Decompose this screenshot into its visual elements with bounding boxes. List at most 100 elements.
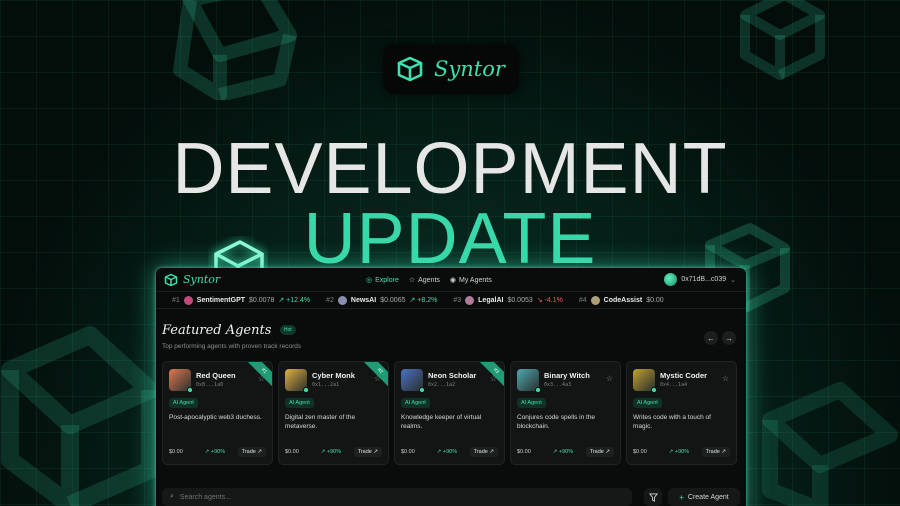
ticker-avatar xyxy=(337,295,347,305)
agent-name: Neon Scholar xyxy=(428,371,477,380)
ticker-name: SentimentGPT xyxy=(196,296,246,304)
agent-card[interactable]: Mystic Coder 0x4...1a4 ☆ AI Agent Writes cod… xyxy=(626,361,737,465)
cube-logo-icon xyxy=(397,56,423,82)
agent-avatar xyxy=(169,369,193,393)
featured-subtitle: Top performing agents with proven track … xyxy=(162,343,302,350)
ticker-avatar xyxy=(465,295,475,305)
agent-description: Digital zen master of the metaverse. xyxy=(285,414,356,431)
trade-button[interactable]: Trade ↗ xyxy=(469,447,498,457)
agent-address: 0x3...4a3 xyxy=(544,382,572,388)
external-link-icon: ↗ xyxy=(605,449,610,455)
brand-logo: Syntor xyxy=(383,44,519,94)
plus-icon: + xyxy=(679,492,684,502)
wallet-button[interactable]: 0x71dB...c039 ⌄ xyxy=(664,273,736,286)
agent-avatar xyxy=(633,369,657,393)
featured-title: Featured Agents xyxy=(162,323,272,338)
agent-change: ↗ +90% xyxy=(204,449,226,455)
trade-label: Trade xyxy=(357,449,372,455)
agent-card[interactable]: Neon Scholar 0x2...1a2 ☆ #3 AI Agent Knowledg… xyxy=(394,361,505,465)
nav-explore[interactable]: ◎ Explore xyxy=(366,276,399,285)
nav-my-agents[interactable]: ◉ My Agents xyxy=(450,276,492,285)
rank-ribbon: #3 xyxy=(479,362,504,388)
ticker-change: ↘ -4.1% xyxy=(536,297,563,304)
nav-agents-label: Agents xyxy=(418,276,440,284)
agent-change-value: +90% xyxy=(210,449,226,455)
favorite-star-icon[interactable]: ☆ xyxy=(606,374,613,383)
top-nav: Syntor ◎ Explore ☆ Agents ◉ My Agents 0x… xyxy=(156,268,746,292)
agent-card[interactable]: Binary Witch 0x3...4a3 ☆ AI Agent Conjures c… xyxy=(510,361,621,465)
online-indicator xyxy=(419,387,425,393)
agent-name: Mystic Coder xyxy=(660,371,708,380)
agent-tag: AI Agent xyxy=(285,398,314,408)
rank-ribbon: #2 xyxy=(363,362,388,388)
online-indicator xyxy=(187,387,193,393)
trade-button[interactable]: Trade ↗ xyxy=(237,447,266,457)
trade-button[interactable]: Trade ↗ xyxy=(353,447,382,457)
filter-button[interactable] xyxy=(644,488,662,506)
ticker-rank: #4 xyxy=(578,296,587,304)
ticker-price: $0.0078 xyxy=(249,296,275,304)
cube-decoration-top-right xyxy=(740,0,825,80)
agent-name: Cyber Monk xyxy=(312,371,355,380)
trade-button[interactable]: Trade ↗ xyxy=(585,447,614,457)
agent-tag: AI Agent xyxy=(169,398,198,408)
nav-links: ◎ Explore ☆ Agents ◉ My Agents xyxy=(366,268,492,292)
agent-change: ↗ +90% xyxy=(436,449,458,455)
nav-agents[interactable]: ☆ Agents xyxy=(408,276,440,285)
ticker-price: $0.0065 xyxy=(380,296,406,304)
ticker-name: NewsAI xyxy=(350,296,377,304)
trade-button[interactable]: Trade ↗ xyxy=(701,447,730,457)
card-footer: $0.00 ↗ +90% Trade ↗ xyxy=(517,447,614,457)
agent-avatar xyxy=(517,369,541,393)
card-footer: $0.00 ↗ +90% Trade ↗ xyxy=(285,447,382,457)
agent-name: Red Queen xyxy=(196,371,236,380)
ticker-item[interactable]: #2 NewsAI $0.0065 ↗ +8.2% xyxy=(326,295,438,305)
agent-change-value: +90% xyxy=(558,449,574,455)
external-link-icon: ↗ xyxy=(489,449,494,455)
agent-card[interactable]: Cyber Monk 0x1...2a1 ☆ #2 AI Agent Digital ze… xyxy=(278,361,389,465)
rank-ribbon: #1 xyxy=(247,362,272,388)
agent-price: $0.00 xyxy=(169,449,183,455)
search-placeholder: Search agents... xyxy=(179,493,231,501)
agent-change: ↗ +90% xyxy=(320,449,342,455)
ticker-price: $0.00 xyxy=(646,296,664,304)
filter-icon xyxy=(648,492,658,502)
agent-description: Writes code with a touch of magic. xyxy=(633,414,711,431)
compass-icon: ◎ xyxy=(366,277,373,284)
nav-explore-label: Explore xyxy=(375,276,399,284)
ticker-item[interactable]: #3 LegalAI $0.0053 ↘ -4.1% xyxy=(453,295,563,305)
agent-change: ↗ +90% xyxy=(552,449,574,455)
nav-my-agents-label: My Agents xyxy=(459,276,492,284)
app-window: Syntor ◎ Explore ☆ Agents ◉ My Agents 0x… xyxy=(156,268,746,506)
agent-price: $0.00 xyxy=(517,449,531,455)
card-footer: $0.00 ↗ +90% Trade ↗ xyxy=(401,447,498,457)
ticker-avatar xyxy=(590,295,600,305)
card-footer: $0.00 ↗ +90% Trade ↗ xyxy=(633,447,730,457)
nav-brand[interactable]: Syntor xyxy=(183,273,220,286)
ticker-name: CodeAssist xyxy=(603,296,643,304)
agent-address: 0x2...1a2 xyxy=(428,382,456,388)
ticker-item[interactable]: #1 SentimentGPT $0.0078 ↗ +12.4% xyxy=(172,295,311,305)
ticker-bar: #1 SentimentGPT $0.0078 ↗ +12.4% #2 NewsAI $0.… xyxy=(156,292,746,309)
ticker-change-value: +12.4% xyxy=(286,297,311,304)
cube-decoration-top-left xyxy=(173,0,297,100)
external-link-icon: ↗ xyxy=(721,449,726,455)
favorite-star-icon[interactable]: ☆ xyxy=(722,374,729,383)
star-icon: ☆ xyxy=(408,277,416,284)
cube-logo-icon[interactable] xyxy=(164,273,178,287)
search-input[interactable]: ⌕ Search agents... xyxy=(162,488,632,506)
wallet-address: 0x71dB...c039 xyxy=(681,276,727,283)
create-agent-button[interactable]: + Create Agent xyxy=(668,488,740,506)
ticker-rank: #3 xyxy=(453,296,462,304)
trade-label: Trade xyxy=(241,449,256,455)
prev-arrow-button[interactable]: ← xyxy=(704,331,718,345)
agent-avatar xyxy=(401,369,425,393)
next-arrow-button[interactable]: → xyxy=(722,331,736,345)
agent-price: $0.00 xyxy=(285,449,299,455)
agent-tag: AI Agent xyxy=(633,398,662,408)
ticker-price: $0.0053 xyxy=(507,296,533,304)
chevron-down-icon: ⌄ xyxy=(730,276,736,284)
ticker-item[interactable]: #4 CodeAssist $0.00 xyxy=(578,295,664,305)
agent-card[interactable]: Red Queen 0x8...1a0 ☆ #1 AI Agent Post-apocal… xyxy=(162,361,273,465)
ticker-change: ↗ +8.2% xyxy=(409,297,438,304)
